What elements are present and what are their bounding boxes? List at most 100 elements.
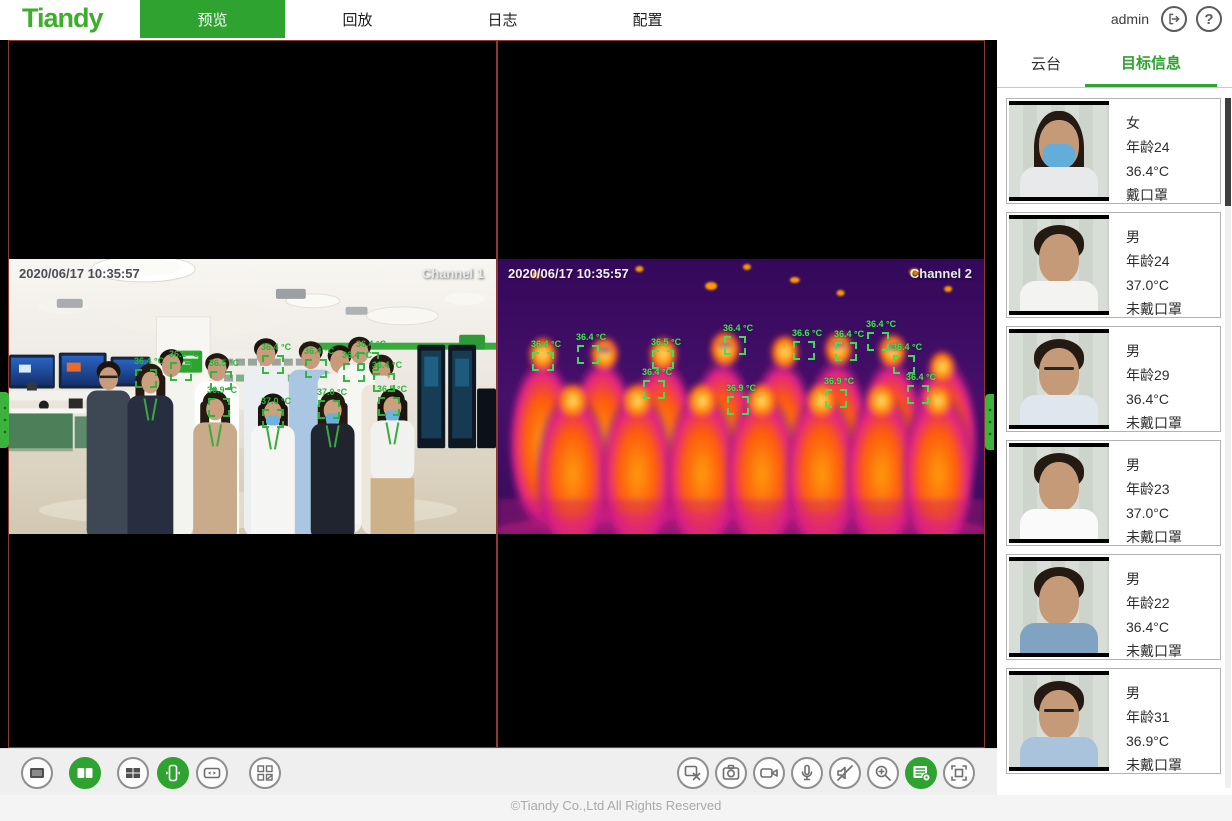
copyright-text: ©Tiandy Co.,Ltd All Rights Reserved: [511, 798, 722, 813]
channel1-video-content: 2020/06/17 10:35:57 Channel 1 36.4 °C36.…: [9, 259, 496, 534]
target-card[interactable]: 男 年龄23 37.0°C 未戴口罩: [1006, 440, 1221, 546]
stretch-mode-icon[interactable]: [157, 757, 189, 789]
age-value: 年龄23: [1126, 477, 1182, 501]
target-card[interactable]: 男 年龄24 37.0°C 未戴口罩: [1006, 212, 1221, 318]
mask-status: 未戴口罩: [1126, 411, 1182, 435]
age-value: 年龄31: [1126, 705, 1182, 729]
age-value: 年龄24: [1126, 249, 1182, 273]
thumbnail-shirt: [1020, 281, 1098, 312]
thumbnail-mask: [1043, 144, 1075, 167]
target-card[interactable]: 男 年龄31 36.9°C 未戴口罩: [1006, 668, 1221, 774]
collapse-right-panel-handle[interactable]: [985, 394, 994, 450]
sidebar-tabs: 云台目标信息: [997, 40, 1232, 88]
thumbnail-face: [1039, 234, 1079, 283]
target-card-info: 男 年龄22 36.4°C 未戴口罩: [1111, 555, 1182, 659]
thumbnail-face: [1039, 690, 1079, 739]
scrollbar-thumb[interactable]: [1225, 98, 1231, 206]
mute-icon[interactable]: [829, 757, 861, 789]
nav-tab[interactable]: 日志: [430, 0, 575, 38]
top-navigation-bar: Tiandy 预览回放日志配置 admin ?: [0, 0, 1232, 38]
thumbnail-shirt: [1020, 737, 1098, 768]
collapse-left-panel-handle[interactable]: [0, 392, 9, 448]
gender-value: 男: [1126, 567, 1182, 591]
temperature-value: 36.4°C: [1126, 387, 1182, 411]
target-card-info: 男 年龄29 36.4°C 未戴口罩: [1111, 327, 1182, 431]
nav-tab[interactable]: 预览: [140, 0, 285, 38]
temperature-annotation: 36.4 °C: [261, 342, 291, 352]
temperature-annotation: 36.4 °C: [723, 323, 753, 333]
face-thumbnail: [1009, 101, 1109, 201]
target-card-info: 男 年龄31 36.9°C 未戴口罩: [1111, 669, 1182, 773]
sidebar-tab[interactable]: 云台: [1021, 40, 1071, 87]
help-icon[interactable]: ?: [1196, 6, 1222, 32]
talk-glyph: [795, 761, 819, 785]
target-card[interactable]: 男 年龄29 36.4°C 未戴口罩: [1006, 326, 1221, 432]
nav-tab[interactable]: 配置: [575, 0, 720, 38]
original-ratio-glyph: [200, 761, 224, 785]
original-ratio-icon[interactable]: [196, 757, 228, 789]
temperature-annotation: 36.4 °C: [134, 356, 164, 366]
copyright-footer: ©Tiandy Co.,Ltd All Rights Reserved: [0, 795, 1232, 821]
gender-value: 男: [1126, 339, 1182, 363]
mute-glyph: [833, 761, 857, 785]
mask-status: 未戴口罩: [1126, 753, 1182, 777]
fullscreen-glyph: [947, 761, 971, 785]
target-overlay-icon[interactable]: [905, 757, 937, 789]
age-value: 年龄29: [1126, 363, 1182, 387]
temperature-value: 37.0°C: [1126, 501, 1182, 525]
temperature-annotation: 36.4 °C: [576, 332, 606, 342]
layout-custom-icon[interactable]: [249, 757, 281, 789]
snapshot-icon[interactable]: [715, 757, 747, 789]
temperature-annotation: 36.4 °C: [304, 346, 334, 356]
temperature-annotation: 36.5 °C: [377, 384, 407, 394]
channel2-label: Channel 2: [910, 266, 972, 281]
record-icon[interactable]: [753, 757, 785, 789]
temperature-annotation: 36.9 °C: [726, 383, 756, 393]
zoom-icon[interactable]: [867, 757, 899, 789]
zoom-glyph: [871, 761, 895, 785]
close-preview-glyph: [681, 761, 705, 785]
age-value: 年龄24: [1126, 135, 1170, 159]
channel2-timestamp: 2020/06/17 10:35:57: [508, 266, 629, 281]
channel1-timestamp: 2020/06/17 10:35:57: [19, 266, 140, 281]
layout-single-icon[interactable]: [21, 757, 53, 789]
talk-icon[interactable]: [791, 757, 823, 789]
live-view-grid: 2020/06/17 10:35:57 Channel 1 36.4 °C36.…: [0, 40, 997, 748]
face-thumbnail: [1009, 671, 1109, 771]
logout-glyph: [1166, 11, 1182, 27]
mask-status: 戴口罩: [1126, 183, 1170, 207]
layout-two-icon[interactable]: [69, 757, 101, 789]
thumbnail-shirt: [1020, 509, 1098, 540]
logout-icon[interactable]: [1161, 6, 1187, 32]
face-thumbnail: [1009, 329, 1109, 429]
nav-tab[interactable]: 回放: [285, 0, 430, 38]
face-thumbnail: [1009, 215, 1109, 315]
temperature-value: 36.4°C: [1126, 615, 1182, 639]
video-cell-channel2[interactable]: 2020/06/17 10:35:57 Channel 2 36.4 °C 36.…: [497, 40, 985, 748]
temperature-annotation: 36.4 °C: [906, 372, 936, 382]
temperature-annotation: 37.0 °C: [317, 387, 347, 397]
thumbnail-shirt: [1020, 623, 1098, 654]
target-info-list: 女 年龄24 36.4°C 戴口罩 男 年龄24 37.0°C 未戴口罩: [1006, 98, 1221, 774]
target-card[interactable]: 男 年龄22 36.4°C 未戴口罩: [1006, 554, 1221, 660]
temperature-annotation: 36.5 °C: [651, 337, 681, 347]
video-cell-channel1[interactable]: 2020/06/17 10:35:57 Channel 1 36.4 °C36.…: [8, 40, 497, 748]
temperature-annotation: 36.5 °C: [209, 358, 239, 368]
main-nav-tabs: 预览回放日志配置: [140, 0, 720, 38]
username-label: admin: [1111, 11, 1149, 27]
fullscreen-icon[interactable]: [943, 757, 975, 789]
layout-four-glyph: [121, 761, 145, 785]
face-thumbnail: [1009, 443, 1109, 543]
close-preview-icon[interactable]: [677, 757, 709, 789]
channel2-video-content: 2020/06/17 10:35:57 Channel 2 36.4 °C 36.…: [498, 259, 984, 534]
sidebar-tab[interactable]: 目标信息: [1085, 40, 1217, 87]
temperature-value: 37.0°C: [1126, 273, 1182, 297]
thumbnail-face: [1039, 348, 1079, 397]
layout-four-icon[interactable]: [117, 757, 149, 789]
temperature-annotation: 36.4 °C: [531, 339, 561, 349]
target-card[interactable]: 女 年龄24 36.4°C 戴口罩: [1006, 98, 1221, 204]
face-thumbnail: [1009, 557, 1109, 657]
right-sidebar: 云台目标信息 女 年龄24 36.4°C 戴口罩: [997, 40, 1232, 795]
gender-value: 男: [1126, 453, 1182, 477]
preview-toolbar: [0, 748, 997, 795]
